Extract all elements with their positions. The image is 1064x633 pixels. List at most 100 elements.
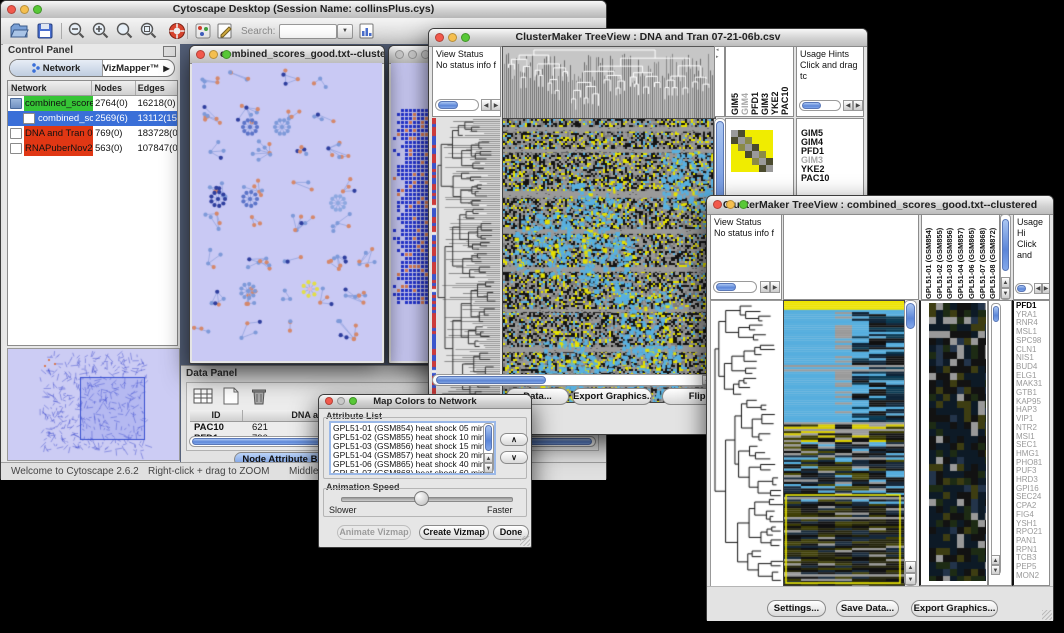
move-up-button[interactable]: ∧ xyxy=(500,433,528,446)
move-down-button[interactable]: ∨ xyxy=(500,451,528,464)
tv1-similarity-matrix[interactable] xyxy=(731,130,773,172)
resize-grip[interactable] xyxy=(1042,610,1052,620)
matrix-cell[interactable] xyxy=(752,144,759,151)
speed-slider-thumb[interactable] xyxy=(414,491,429,506)
network-tree-row[interactable]: DNA and Tran 07769(0)183728(0) xyxy=(8,126,177,141)
matrix-cell[interactable] xyxy=(766,144,773,151)
scroll-up-icon[interactable]: ▲ xyxy=(991,555,1000,565)
matrix-cell[interactable] xyxy=(745,158,752,165)
tv2-column-tree-area[interactable] xyxy=(783,214,919,300)
matrix-cell[interactable] xyxy=(745,137,752,144)
tv2-hints-scroll[interactable] xyxy=(1015,283,1033,294)
scroll-thumb[interactable] xyxy=(906,303,915,329)
tv1-hints-scroll[interactable] xyxy=(799,100,841,111)
minimize-icon[interactable] xyxy=(337,397,345,405)
scroll-thumb[interactable] xyxy=(802,102,821,109)
matrix-cell[interactable] xyxy=(738,165,745,172)
matrix-cell[interactable] xyxy=(759,165,766,172)
matrix-cell[interactable] xyxy=(731,158,738,165)
create-vizmap-button[interactable]: Create Vizmap xyxy=(419,525,489,540)
matrix-cell[interactable] xyxy=(752,137,759,144)
matrix-cell[interactable] xyxy=(738,137,745,144)
scroll-thumb[interactable] xyxy=(485,425,492,451)
delete-attribute-icon[interactable] xyxy=(248,386,270,406)
close-icon[interactable] xyxy=(196,50,205,59)
tv1-status-scroll[interactable] xyxy=(435,99,479,111)
tv2-row-labels-panel[interactable]: PFD1YRA1RNR4MSL1SPC98CLN1NIS1BUD4ELG1MAK… xyxy=(1012,300,1050,586)
matrix-cell[interactable] xyxy=(731,137,738,144)
table-chart-icon[interactable] xyxy=(357,21,377,41)
save-icon[interactable] xyxy=(35,21,55,41)
tv2-vscroll[interactable]: ▲ ▼ xyxy=(904,300,917,586)
matrix-cell[interactable] xyxy=(766,130,773,137)
close-icon[interactable] xyxy=(395,50,404,59)
tv2-export-graphics-button[interactable]: Export Graphics... xyxy=(911,600,998,617)
float-panel-icon[interactable] xyxy=(163,46,176,57)
matrix-cell[interactable] xyxy=(759,137,766,144)
collapse-right-icon[interactable]: ▸ xyxy=(716,54,719,60)
matrix-cell[interactable] xyxy=(745,130,752,137)
tv2-settings-button[interactable]: Settings... xyxy=(767,600,826,617)
vizmapper-icon[interactable] xyxy=(193,21,213,41)
zoom-window-icon[interactable] xyxy=(739,200,748,209)
network-tree-row[interactable]: combined_sco2569(6)13112(15) xyxy=(8,111,177,126)
tv2-col-labels-panel[interactable]: GPL51-01 (GSM854)GPL51-02 (GSM855)GPL51-… xyxy=(921,214,1000,300)
matrix-cell[interactable] xyxy=(766,151,773,158)
tv1-mini-strip[interactable]: ◂ ▸ xyxy=(714,46,725,117)
matrix-cell[interactable] xyxy=(759,144,766,151)
matrix-cell[interactable] xyxy=(745,144,752,151)
zoom-fit-icon[interactable] xyxy=(139,21,159,41)
scroll-thumb[interactable] xyxy=(1017,285,1026,292)
network1-canvas[interactable] xyxy=(192,63,382,361)
tv1-hscroll[interactable]: ◀ ▶ xyxy=(432,374,725,386)
tv2-row-dendrogram[interactable] xyxy=(710,300,784,588)
new-attribute-icon[interactable] xyxy=(220,386,242,406)
tab-network[interactable]: Network xyxy=(10,60,103,76)
zoom-window-icon[interactable] xyxy=(222,50,231,59)
matrix-cell[interactable] xyxy=(731,151,738,158)
matrix-cell[interactable] xyxy=(759,158,766,165)
animate-vizmap-button[interactable]: Animate Vizmap xyxy=(337,525,411,540)
col-id[interactable]: ID xyxy=(190,410,243,421)
matrix-cell[interactable] xyxy=(766,137,773,144)
scroll-down-icon[interactable]: ▼ xyxy=(905,573,916,585)
scroll-up-icon[interactable]: ▲ xyxy=(484,453,493,463)
matrix-cell[interactable] xyxy=(738,130,745,137)
attribute-select-icon[interactable] xyxy=(192,386,214,406)
scroll-right-icon[interactable]: ▶ xyxy=(770,281,780,293)
zoom-in-icon[interactable] xyxy=(91,21,111,41)
col-nodes[interactable]: Nodes xyxy=(92,81,135,95)
minimize-icon[interactable] xyxy=(726,200,735,209)
matrix-cell[interactable] xyxy=(731,165,738,172)
tv1-heatmap[interactable] xyxy=(502,118,714,403)
scroll-right-icon[interactable]: ▶ xyxy=(853,100,863,111)
close-icon[interactable] xyxy=(325,397,333,405)
tv1-column-dendrogram[interactable] xyxy=(502,46,716,119)
attribute-list[interactable]: GPL51-01 (GSM854) heat shock 05 minGPL51… xyxy=(329,421,496,475)
birdseye-view[interactable] xyxy=(7,348,180,461)
tv2-status-scroll[interactable] xyxy=(713,281,757,293)
matrix-cell[interactable] xyxy=(738,158,745,165)
close-icon[interactable] xyxy=(435,33,444,42)
matrix-cell[interactable] xyxy=(731,144,738,151)
tab-overflow-arrow[interactable]: ▶ xyxy=(159,60,174,76)
matrix-cell[interactable] xyxy=(752,151,759,158)
main-titlebar[interactable]: Cytoscape Desktop (Session Name: collins… xyxy=(1,1,606,19)
scroll-left-icon[interactable]: ◀ xyxy=(481,99,491,111)
matrix-cell[interactable] xyxy=(738,144,745,151)
search-dropdown[interactable]: ▼ xyxy=(337,24,353,39)
scroll-down-icon[interactable]: ▼ xyxy=(484,463,493,473)
network-list-header[interactable]: Network Nodes Edges xyxy=(8,81,177,96)
scroll-right-icon[interactable]: ▶ xyxy=(1042,283,1050,294)
scroll-down-icon[interactable]: ▼ xyxy=(991,565,1000,575)
tv1-row-dendrogram[interactable] xyxy=(436,118,500,401)
scroll-left-icon[interactable]: ◀ xyxy=(843,100,853,111)
window-controls[interactable] xyxy=(7,5,42,14)
network1-titlebar[interactable]: combined_scores_good.txt--cluste... xyxy=(190,46,384,64)
matrix-cell[interactable] xyxy=(752,158,759,165)
scroll-thumb[interactable] xyxy=(993,306,999,322)
matrix-cell[interactable] xyxy=(745,151,752,158)
tv2-col-scroll[interactable]: ▲ ▼ xyxy=(1000,214,1011,300)
tv2-save-data-button[interactable]: Save Data... xyxy=(836,600,899,617)
tv2-heatmap[interactable] xyxy=(783,300,905,588)
